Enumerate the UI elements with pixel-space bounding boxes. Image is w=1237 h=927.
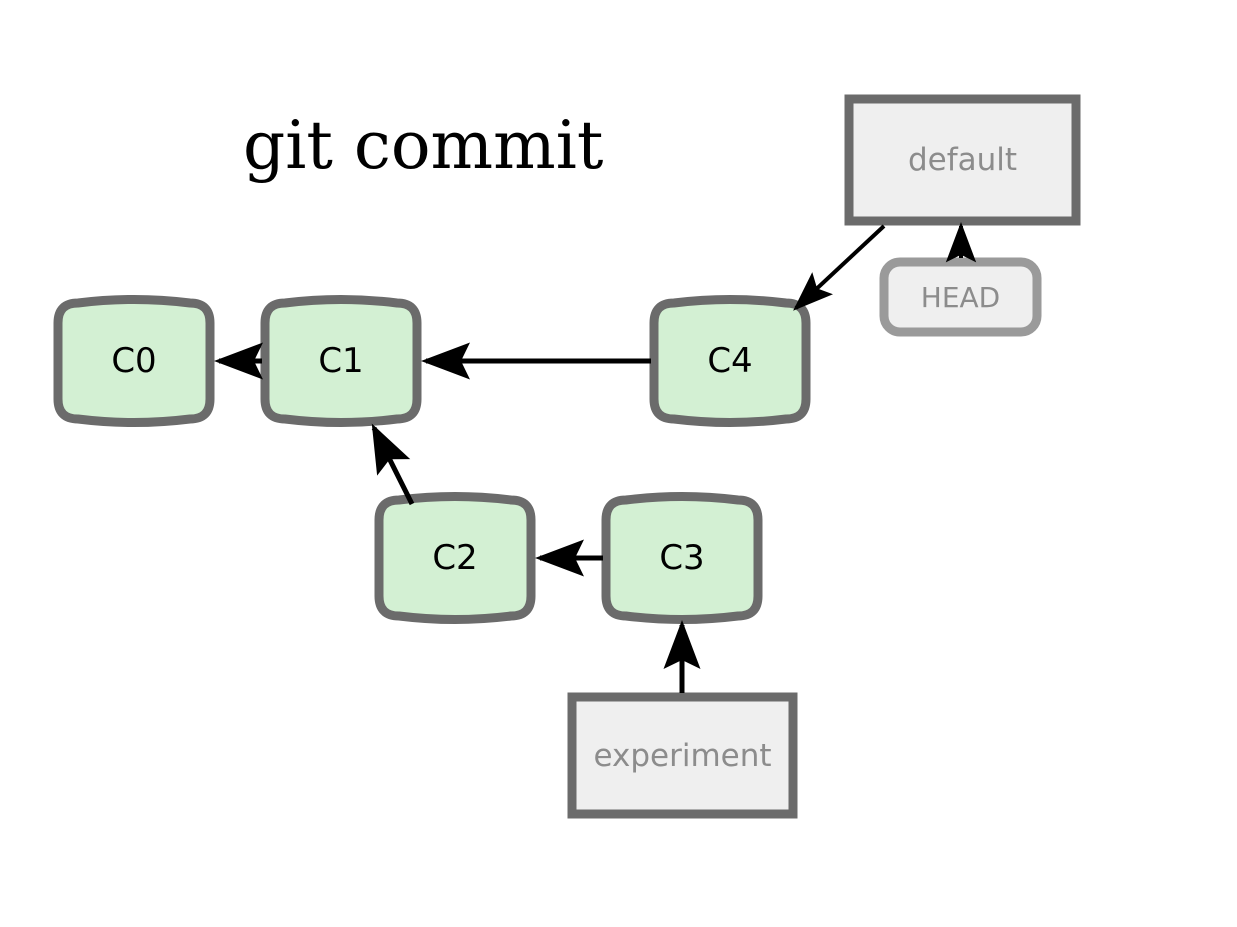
commit-node-c3[interactable] (601, 492, 763, 624)
diagram-canvas (53, 94, 1081, 819)
commit-node-c4[interactable] (649, 295, 811, 427)
branch-box-default[interactable] (844, 94, 1081, 226)
edge-default-to-c4 (793, 224, 886, 311)
head-box[interactable] (879, 257, 1042, 337)
commit-node-c2[interactable] (374, 492, 536, 624)
edge-c2-to-c1 (371, 423, 415, 506)
branch-box-experiment[interactable] (567, 692, 798, 819)
page-title: git commit (243, 107, 604, 184)
commit-node-c1[interactable] (260, 295, 422, 427)
commit-node-c0[interactable] (53, 295, 215, 427)
git-commit-diagram: git commit C0 C1 C4 C2 C3 default HEAD e… (0, 0, 1237, 927)
